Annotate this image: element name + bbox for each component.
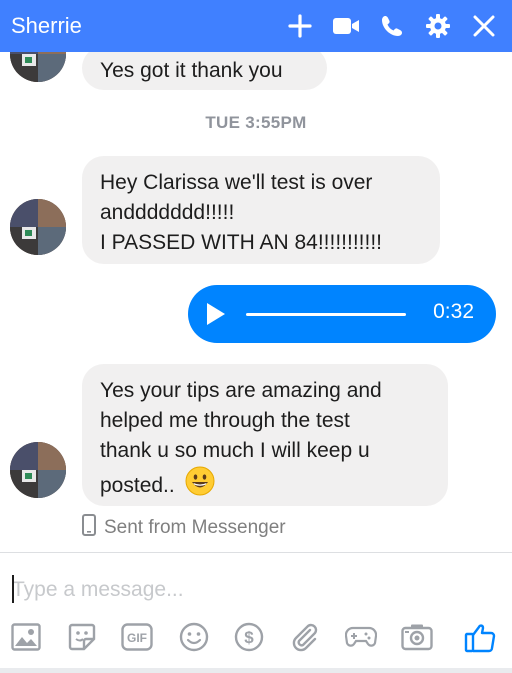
mobile-phone-icon [82,514,96,542]
composer-toolbar: GIF $ [0,619,512,655]
message-text: Yes got it thank you [100,59,283,82]
message-composer: GIF $ [0,553,512,673]
audio-message[interactable]: 0:32 [188,285,496,343]
message-line: Hey Clarissa we'll test is over [100,171,373,194]
audio-progress-track[interactable] [246,313,406,316]
sticker-icon[interactable] [64,619,100,655]
text-cursor [12,575,14,603]
message-bubble[interactable]: Yes your tips are amazing and helped me … [82,364,448,506]
message-line: thank u so much I will keep u [100,439,370,462]
message-text: posted.. [100,473,175,497]
audio-duration: 0:32 [433,300,474,323]
payment-icon[interactable]: $ [231,619,267,655]
camera-icon[interactable] [399,619,435,655]
window-bottom-edge [0,668,512,673]
image-icon[interactable] [8,619,44,655]
avatar[interactable] [10,52,66,82]
close-icon[interactable] [469,11,499,41]
avatar[interactable] [10,442,66,498]
sent-from-label: Sent from Messenger [104,517,286,538]
like-icon[interactable] [463,619,499,655]
timestamp: TUE 3:55PM [205,113,307,132]
message-bubble[interactable]: Hey Clarissa we'll test is over andddddd… [82,156,440,264]
avatar[interactable] [10,199,66,255]
sent-from-messenger: Sent from Messenger [82,514,286,542]
message-line: Yes your tips are amazing and [100,379,382,402]
plus-icon[interactable] [285,11,315,41]
message-line: I PASSED WITH AN 84!!!!!!!!!!! [100,231,383,254]
message-line: posted.. [100,466,430,505]
chat-header: Sherrie [0,0,512,52]
message-line: helped me through the test [100,409,350,432]
phone-icon[interactable] [377,11,407,41]
message-bubble[interactable]: Yes got it thank you [82,52,327,90]
conversation-area[interactable]: Yes got it thank you TUE 3:55PM Hey Clar… [0,52,512,552]
message-input[interactable] [12,575,492,605]
svg-text:GIF: GIF [127,631,147,645]
gif-icon[interactable]: GIF [119,619,155,655]
game-icon[interactable] [343,619,379,655]
gear-icon[interactable] [423,11,453,41]
svg-text:$: $ [244,628,254,647]
attachment-icon[interactable] [287,619,323,655]
message-line: anddddddd!!!!! [100,201,235,224]
emoji-icon[interactable] [176,619,212,655]
video-camera-icon[interactable] [331,11,361,41]
grinning-emoji-icon [185,466,215,505]
play-icon[interactable] [207,303,225,325]
contact-name[interactable]: Sherrie [11,13,82,39]
